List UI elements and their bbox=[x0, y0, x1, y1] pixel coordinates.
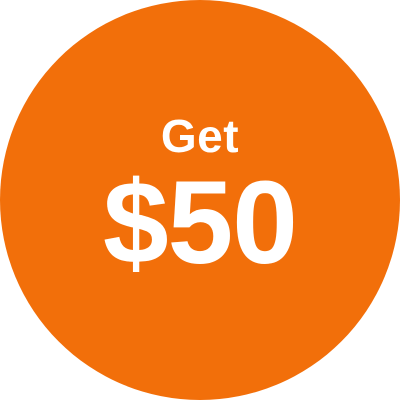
promo-badge: Get $50 bbox=[0, 0, 400, 400]
badge-amount: $50 bbox=[103, 157, 298, 289]
badge-line-get: Get bbox=[160, 110, 240, 162]
